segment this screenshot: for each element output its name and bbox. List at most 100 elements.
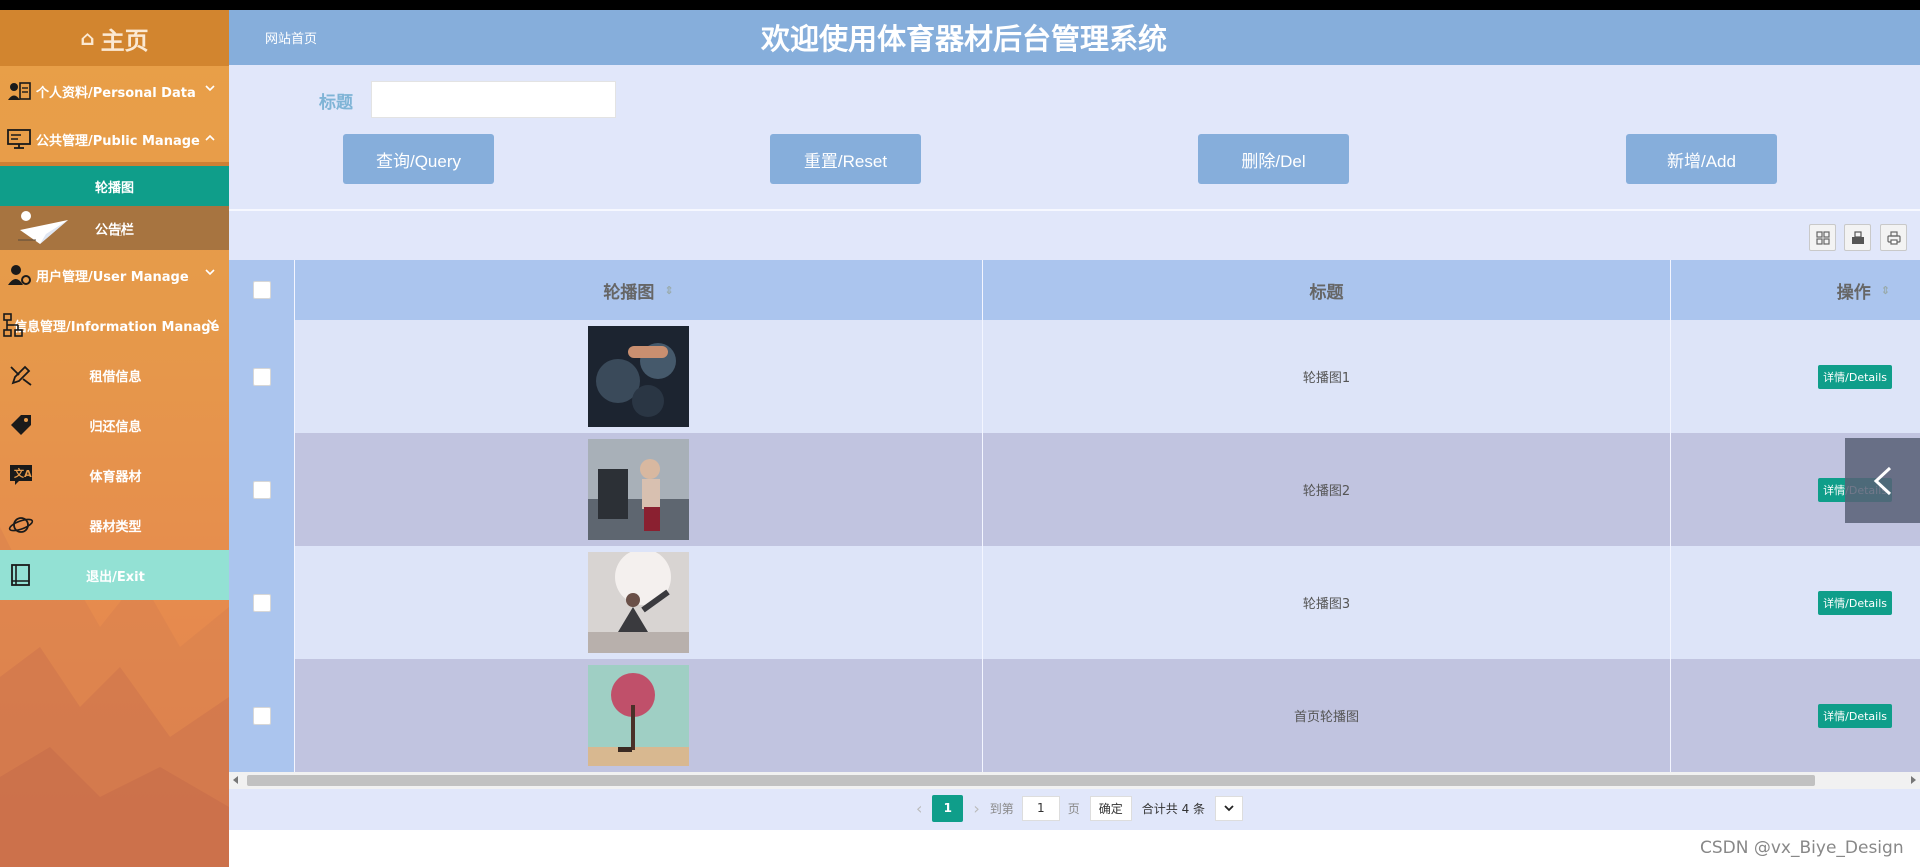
- carousel-image[interactable]: [588, 439, 689, 540]
- translate-icon: 文A: [8, 462, 34, 488]
- planet-icon: [8, 512, 34, 538]
- scroll-left-icon[interactable]: [233, 776, 238, 784]
- pagination: ‹ 1 › 到第 1 页 确定 合计共 4 条: [229, 793, 1920, 823]
- top-black-bar: [0, 0, 1920, 10]
- details-button[interactable]: 详情/Details: [1818, 590, 1892, 615]
- menu-personal-data[interactable]: 个人资料/Personal Data: [0, 66, 229, 116]
- action-cell: 详情/Details: [1671, 659, 1920, 772]
- current-page[interactable]: 1: [932, 794, 964, 822]
- row-check-cell: [229, 320, 295, 433]
- menu-information-manage-label: 信息管理/Information Manage: [14, 319, 220, 335]
- carousel-image[interactable]: [588, 326, 689, 427]
- row-title: 轮播图3: [1302, 597, 1351, 612]
- row-checkbox[interactable]: [252, 367, 271, 386]
- menu-user-manage[interactable]: 用户管理/User Manage: [0, 250, 229, 300]
- column-toggle-button[interactable]: [1809, 224, 1836, 251]
- prev-page-icon[interactable]: ‹: [916, 799, 922, 818]
- scroll-thumb[interactable]: [247, 775, 1815, 786]
- sidebar-item-equipment-type[interactable]: 器材类型: [0, 500, 229, 550]
- horizontal-scrollbar[interactable]: [229, 772, 1920, 789]
- monitor-icon: [6, 126, 32, 152]
- home-icon: ⌂: [80, 26, 95, 50]
- title-cell: 轮播图3: [983, 546, 1671, 659]
- sidebar-home[interactable]: ⌂ 主页: [0, 10, 229, 66]
- reset-button[interactable]: 重置/Reset: [770, 134, 921, 184]
- header: 网站首页 欢迎使用体育器材后台管理系统: [229, 10, 1920, 65]
- export-icon: [1851, 230, 1864, 244]
- main-content: 标题 查询/Query 重置/Reset 删除/Del 新增/Add 轮播图 ⇕ …: [229, 65, 1920, 830]
- sidebar-item-rental-info[interactable]: 租借信息: [0, 350, 229, 400]
- sort-icon[interactable]: ⇕: [1881, 284, 1890, 297]
- query-button[interactable]: 查询/Query: [343, 134, 494, 184]
- sort-icon[interactable]: ⇕: [664, 284, 673, 297]
- details-button[interactable]: 详情/Details: [1818, 364, 1892, 389]
- edit-icon: [8, 362, 34, 388]
- sidebar-home-label: 主页: [100, 26, 149, 55]
- page-unit-label: 页: [1067, 801, 1080, 816]
- chevron-down-icon: [207, 319, 217, 326]
- sidebar-item-notice[interactable]: 公告栏 ☝: [0, 206, 229, 250]
- sidebar-item-equipment-type-label: 器材类型: [89, 519, 142, 535]
- next-page-icon[interactable]: ›: [973, 799, 979, 818]
- sidebar-item-return-info-label: 归还信息: [89, 419, 142, 435]
- row-checkbox[interactable]: [252, 593, 271, 612]
- row-checkbox[interactable]: [252, 480, 271, 499]
- menu-personal-data-label: 个人资料/Personal Data: [36, 85, 196, 101]
- carousel-image[interactable]: [588, 552, 689, 653]
- sidebar-item-sports-equipment-label: 体育器材: [89, 469, 142, 485]
- page-title: 欢迎使用体育器材后台管理系统: [760, 22, 1167, 56]
- menu-public-manage-label: 公共管理/Public Manage: [36, 133, 200, 149]
- column-header-carousel-label: 轮播图: [603, 282, 655, 303]
- row-title: 轮播图1: [1302, 371, 1351, 386]
- sidebar-item-exit-label: 退出/Exit: [86, 569, 145, 585]
- action-cell: 详情/Details: [1671, 320, 1920, 433]
- search-title-input[interactable]: [371, 81, 616, 118]
- select-all-checkbox[interactable]: [252, 281, 271, 299]
- delete-button[interactable]: 删除/Del: [1198, 134, 1349, 184]
- menu-information-manage[interactable]: 信息管理/Information Manage: [0, 300, 229, 350]
- chevron-down-icon: [205, 269, 215, 276]
- column-header-title-label: 标题: [1309, 282, 1344, 303]
- table-row: 轮播图1 详情/Details: [229, 320, 1920, 433]
- column-header-action[interactable]: 操作 ⇕: [1671, 260, 1920, 320]
- goto-label: 到第: [989, 801, 1014, 816]
- carousel-image-cell: [295, 320, 983, 433]
- sidebar-item-sports-equipment[interactable]: 文A 体育器材: [0, 450, 229, 500]
- scroll-right-icon[interactable]: [1911, 776, 1916, 784]
- goto-page-input[interactable]: 1: [1021, 795, 1060, 821]
- sidebar-item-exit[interactable]: 退出/Exit: [0, 550, 229, 600]
- row-check-cell: [229, 433, 295, 546]
- carousel-image[interactable]: [588, 665, 689, 766]
- menu-public-manage[interactable]: 公共管理/Public Manage: [0, 116, 229, 166]
- sidebar: ⌂ 主页 个人资料/Personal Data 公共管理/Public Mana…: [0, 10, 229, 867]
- column-header-carousel[interactable]: 轮播图 ⇕: [295, 260, 983, 320]
- row-title: 轮播图2: [1302, 484, 1351, 499]
- export-button[interactable]: [1844, 224, 1871, 251]
- column-header-action-label: 操作: [1836, 282, 1871, 303]
- book-icon: [8, 562, 34, 588]
- print-button[interactable]: [1880, 224, 1907, 251]
- chevron-up-icon: [205, 134, 215, 141]
- row-checkbox[interactable]: [252, 706, 271, 725]
- row-check-cell: [229, 546, 295, 659]
- confirm-page-button[interactable]: 确定: [1089, 795, 1132, 821]
- page-size-select[interactable]: [1215, 795, 1244, 821]
- column-header-title: 标题: [983, 260, 1671, 320]
- header-check-cell: [229, 260, 295, 320]
- chevron-down-icon: [1224, 805, 1234, 812]
- floating-collapse-tab[interactable]: [1845, 438, 1920, 523]
- org-chart-icon: [0, 312, 26, 338]
- sidebar-item-carousel-label: 轮播图: [94, 180, 134, 196]
- title-cell: 轮播图2: [983, 433, 1671, 546]
- sidebar-item-carousel[interactable]: 轮播图: [0, 166, 229, 206]
- chevron-down-icon: [205, 85, 215, 92]
- details-button[interactable]: 详情/Details: [1818, 703, 1892, 728]
- add-button[interactable]: 新增/Add: [1626, 134, 1777, 184]
- table-header-row: 轮播图 ⇕ 标题 操作 ⇕: [229, 260, 1920, 320]
- print-icon: [1886, 230, 1901, 245]
- sidebar-item-return-info[interactable]: 归还信息: [0, 400, 229, 450]
- title-cell: 首页轮播图: [983, 659, 1671, 772]
- table-row: 轮播图3 详情/Details: [229, 546, 1920, 659]
- search-title-label: 标题: [319, 93, 353, 113]
- table-row: 首页轮播图 详情/Details: [229, 659, 1920, 772]
